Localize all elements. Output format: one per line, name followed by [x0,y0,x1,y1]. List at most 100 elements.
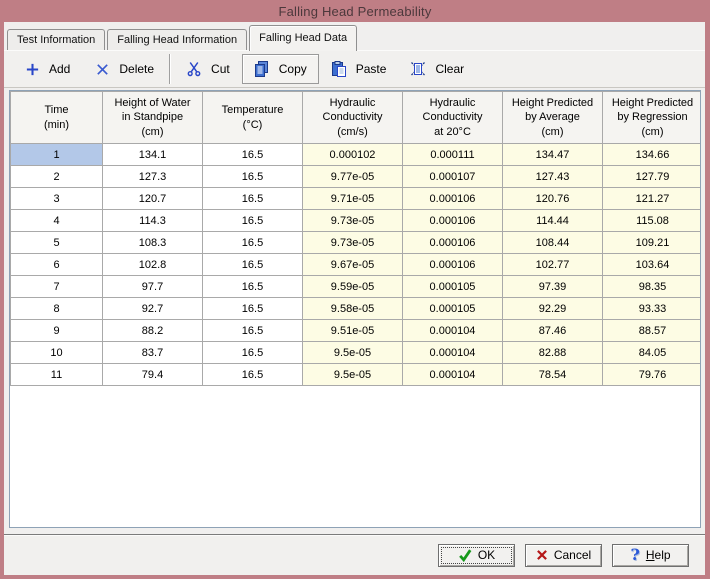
grid-cell[interactable]: 0.000106 [403,188,503,210]
cancel-button[interactable]: Cancel [525,544,602,567]
grid-cell[interactable]: 16.5 [203,166,303,188]
grid-cell[interactable]: 97.39 [503,276,603,298]
grid-cell[interactable]: 102.77 [503,254,603,276]
grid-cell[interactable]: 108.3 [103,232,203,254]
grid-cell[interactable]: 0.000104 [403,364,503,386]
grid-cell[interactable]: 10 [11,342,103,364]
grid-cell[interactable]: 9.5e-05 [303,342,403,364]
grid-cell[interactable]: 134.47 [503,144,603,166]
ok-label: OK [478,548,495,562]
add-button[interactable]: Add [12,54,82,84]
check-icon [458,548,472,562]
grid-cell[interactable]: 9.73e-05 [303,210,403,232]
grid-cell[interactable]: 134.66 [603,144,702,166]
tab-test-information[interactable]: Test Information [7,29,105,50]
grid-cell[interactable]: 9.73e-05 [303,232,403,254]
grid-cell[interactable]: 134.1 [103,144,203,166]
grid-cell[interactable]: 120.7 [103,188,203,210]
grid-cell[interactable]: 0.000104 [403,320,503,342]
tab-falling-head-data[interactable]: Falling Head Data [249,25,357,51]
toolbar: Add Delete Cut [4,50,705,88]
grid-cell[interactable]: 9.59e-05 [303,276,403,298]
grid-cell[interactable]: 120.76 [503,188,603,210]
grid-cell[interactable]: 11 [11,364,103,386]
clear-button[interactable]: Clear [398,54,476,84]
grid-cell[interactable]: 0.000107 [403,166,503,188]
paste-button[interactable]: Paste [319,54,399,84]
grid-cell[interactable]: 4 [11,210,103,232]
grid-cell[interactable]: 9.77e-05 [303,166,403,188]
grid-cell[interactable]: 88.2 [103,320,203,342]
grid-cell[interactable]: 92.29 [503,298,603,320]
grid-cell[interactable]: 82.88 [503,342,603,364]
table-row: 988.216.59.51e-050.00010487.4688.57 [11,320,702,342]
grid-cell[interactable]: 9.67e-05 [303,254,403,276]
grid-cell[interactable]: 9.71e-05 [303,188,403,210]
paste-label: Paste [356,62,387,76]
grid-cell[interactable]: 114.3 [103,210,203,232]
grid-cell[interactable]: 16.5 [203,144,303,166]
grid-cell[interactable]: 0.000106 [403,232,503,254]
delete-button[interactable]: Delete [82,54,166,84]
grid-cell[interactable]: 102.8 [103,254,203,276]
grid-cell[interactable]: 79.4 [103,364,203,386]
grid-cell[interactable]: 83.7 [103,342,203,364]
grid-cell[interactable]: 121.27 [603,188,702,210]
grid-cell[interactable]: 16.5 [203,210,303,232]
grid-cell[interactable]: 9 [11,320,103,342]
toolbar-separator [169,54,171,84]
grid-cell[interactable]: 8 [11,298,103,320]
grid-cell[interactable]: 9.58e-05 [303,298,403,320]
grid-cell[interactable]: 1 [11,144,103,166]
grid-cell[interactable]: 0.000106 [403,210,503,232]
grid-cell[interactable]: 127.3 [103,166,203,188]
grid-cell[interactable]: 7 [11,276,103,298]
grid-cell[interactable]: 16.5 [203,364,303,386]
grid-cell[interactable]: 114.44 [503,210,603,232]
grid-cell[interactable]: 6 [11,254,103,276]
grid-cell[interactable]: 16.5 [203,342,303,364]
grid-cell[interactable]: 79.76 [603,364,702,386]
falling-head-data-table: Time (min)Height of Water in Standpipe (… [10,91,701,386]
cut-button[interactable]: Cut [174,54,242,84]
grid-cell[interactable]: 84.05 [603,342,702,364]
column-header: Temperature (°C) [203,92,303,144]
grid-cell[interactable]: 0.000111 [403,144,503,166]
grid-cell[interactable]: 0.000105 [403,298,503,320]
grid-cell[interactable]: 98.35 [603,276,702,298]
tab-label: Falling Head Information [117,34,237,46]
grid-cell[interactable]: 16.5 [203,298,303,320]
grid-cell[interactable]: 16.5 [203,320,303,342]
grid-cell[interactable]: 9.5e-05 [303,364,403,386]
grid-cell[interactable]: 88.57 [603,320,702,342]
tab-falling-head-information[interactable]: Falling Head Information [107,29,247,50]
grid-cell[interactable]: 16.5 [203,232,303,254]
grid-cell[interactable]: 115.08 [603,210,702,232]
grid-cell[interactable]: 93.33 [603,298,702,320]
grid-cell[interactable]: 0.000106 [403,254,503,276]
grid-cell[interactable]: 127.43 [503,166,603,188]
grid-cell[interactable]: 16.5 [203,188,303,210]
grid-cell[interactable]: 108.44 [503,232,603,254]
ok-button[interactable]: OK [438,544,515,567]
grid-cell[interactable]: 97.7 [103,276,203,298]
add-label: Add [49,62,70,76]
grid-cell[interactable]: 3 [11,188,103,210]
grid-cell[interactable]: 16.5 [203,254,303,276]
help-button[interactable]: ? Help [612,544,689,567]
grid-cell[interactable]: 0.000105 [403,276,503,298]
grid-cell[interactable]: 0.000102 [303,144,403,166]
grid-cell[interactable]: 103.64 [603,254,702,276]
grid-cell[interactable]: 16.5 [203,276,303,298]
grid-cell[interactable]: 87.46 [503,320,603,342]
copy-button[interactable]: Copy [242,54,319,84]
cut-label: Cut [211,62,230,76]
grid-cell[interactable]: 109.21 [603,232,702,254]
grid-cell[interactable]: 127.79 [603,166,702,188]
grid-cell[interactable]: 78.54 [503,364,603,386]
grid-cell[interactable]: 0.000104 [403,342,503,364]
grid-cell[interactable]: 92.7 [103,298,203,320]
grid-cell[interactable]: 2 [11,166,103,188]
grid-cell[interactable]: 5 [11,232,103,254]
grid-cell[interactable]: 9.51e-05 [303,320,403,342]
